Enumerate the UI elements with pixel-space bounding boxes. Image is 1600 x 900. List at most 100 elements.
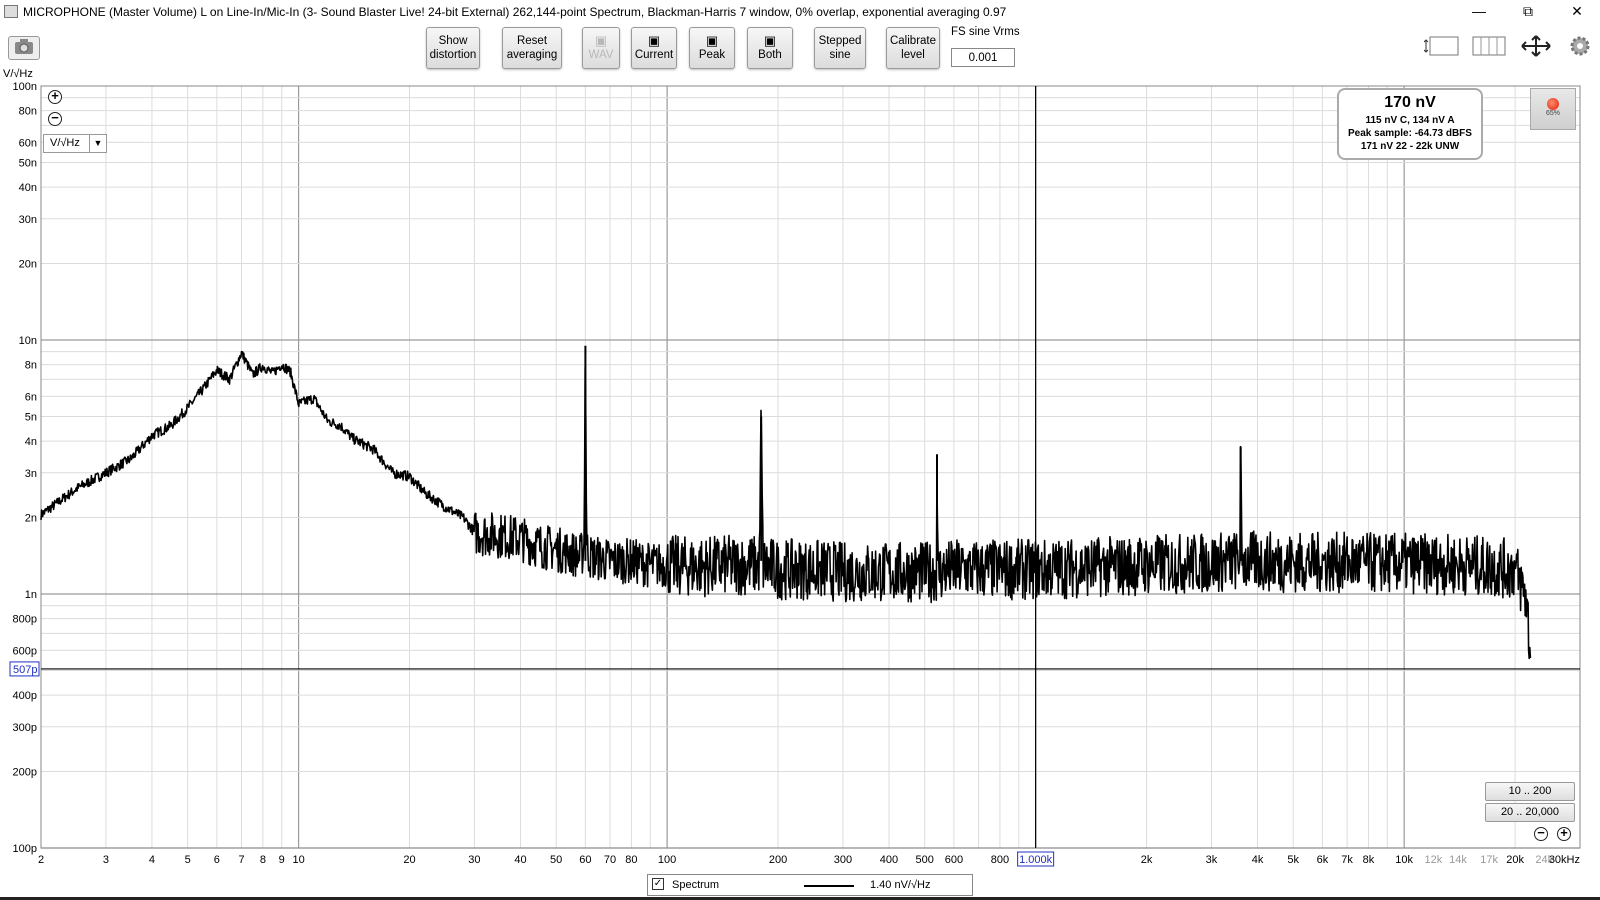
record-level-button[interactable]: 65% <box>1530 88 1576 130</box>
x-tick-label: 5 <box>185 854 191 866</box>
close-button[interactable]: ✕ <box>1554 0 1600 24</box>
spectrum-peak-lines <box>584 345 1242 561</box>
restore-button[interactable]: ⧉ <box>1505 0 1551 24</box>
x-tick-label: 7 <box>238 854 244 866</box>
x-tick-label: 4 <box>149 854 155 866</box>
zoom-in-y-icon[interactable]: + <box>48 89 62 104</box>
y-tick-label: 800p <box>13 614 37 626</box>
toolbar <box>0 24 1600 72</box>
range-10-200-button[interactable]: 10 .. 200 <box>1485 782 1575 801</box>
x-tick-label: 9 <box>279 854 285 866</box>
x-tick-label: 70 <box>604 854 616 866</box>
spectrum-checkbox[interactable]: ✓ <box>652 878 664 890</box>
x-tick-label: 2k <box>1141 854 1153 866</box>
chevron-down-icon[interactable]: ▼ <box>89 135 106 152</box>
save-disk-icon: ▣ <box>763 33 777 48</box>
x-tick-label: 500 <box>916 854 934 866</box>
save-peak-button[interactable]: ▣ Peak <box>689 27 735 69</box>
gear-icon[interactable] <box>1567 34 1593 60</box>
x-tick-label: 30 <box>468 854 480 866</box>
x-tick-label: 4k <box>1252 854 1264 866</box>
fs-sine-input[interactable]: 0.001 <box>951 48 1015 67</box>
y-tick-label: 3n <box>25 468 37 480</box>
legend-series-value: 1.40 nV/√Hz <box>870 879 931 891</box>
level-readout: 170 nV 115 nV C, 134 nV A Peak sample: -… <box>1337 88 1483 160</box>
y-tick-label: 100p <box>13 843 37 855</box>
y-tick-label: 80n <box>19 106 37 118</box>
x-tick-label: 17k <box>1480 854 1498 866</box>
x-tick-label: 50 <box>550 854 562 866</box>
legend-series-name: Spectrum <box>672 879 720 891</box>
x-tick-label: 200 <box>769 854 787 866</box>
x-tick-label: 60 <box>579 854 591 866</box>
columns-icon[interactable] <box>1471 34 1507 58</box>
y-tick-label: 5n <box>25 411 37 423</box>
fs-sine-label: FS sine Vrms <box>951 26 1020 38</box>
x-tick-label: 6k <box>1317 854 1329 866</box>
show-distortion-button[interactable]: Show distortion <box>426 27 480 69</box>
y-tick-label: 20n <box>19 259 37 271</box>
plot-frame <box>40 85 1581 849</box>
y-tick-label: 6n <box>25 391 37 403</box>
y-tick-label: 8n <box>25 360 37 372</box>
app-icon <box>4 5 18 18</box>
reset-averaging-button[interactable]: Reset averaging <box>502 27 562 69</box>
y-tick-label: 600p <box>13 645 37 657</box>
x-tick-label: 800 <box>991 854 1009 866</box>
y-tick-label: 60n <box>19 137 37 149</box>
y-tick-label: 2n <box>25 513 37 525</box>
fit-arrows-icon[interactable] <box>1518 34 1554 58</box>
calibrate-level-button[interactable]: Calibrate level <box>886 27 940 69</box>
x-tick-label: 10 <box>292 854 304 866</box>
x-tick-label: 8k <box>1363 854 1375 866</box>
y-tick-label: 300p <box>13 722 37 734</box>
zoom-in-x-icon[interactable]: + <box>1557 826 1571 841</box>
y-tick-label: 40n <box>19 182 37 194</box>
x-tick-label: 14k <box>1449 854 1467 866</box>
cursor-y-label: 507p <box>13 664 37 676</box>
x-tick-label: 3 <box>103 854 109 866</box>
save-disk-icon: ▣ <box>647 33 661 48</box>
legend-line-swatch <box>804 885 854 887</box>
save-wav-button[interactable]: ▣ WAV <box>582 27 620 69</box>
save-both-button[interactable]: ▣ Both <box>747 27 793 69</box>
minimize-button[interactable]: — <box>1456 0 1502 24</box>
x-tick-label: 600 <box>945 854 963 866</box>
x-tick-label: 8 <box>260 854 266 866</box>
x-tick-label: 10k <box>1395 854 1413 866</box>
x-tick-label: 400 <box>880 854 898 866</box>
units-select[interactable]: V/√Hz ▼ <box>43 134 107 153</box>
y-tick-label: 10n <box>19 335 37 347</box>
x-tick-label: 3k <box>1206 854 1218 866</box>
save-disk-icon: ▣ <box>594 33 608 48</box>
graph-layout-icon[interactable] <box>1423 34 1460 58</box>
range-20-20000-button[interactable]: 20 .. 20,000 <box>1485 803 1575 822</box>
x-tick-label: 5k <box>1287 854 1299 866</box>
y-tick-label: 30n <box>19 214 37 226</box>
stepped-sine-button[interactable]: Stepped sine <box>814 27 866 69</box>
x-tick-label: 100 <box>658 854 676 866</box>
y-tick-label: 200p <box>13 767 37 779</box>
x-tick-label: 300 <box>834 854 852 866</box>
y-tick-label: 4n <box>25 436 37 448</box>
save-current-button[interactable]: ▣ Current <box>631 27 677 69</box>
window-title: MICROPHONE (Master Volume) L on Line-In/… <box>23 5 1007 19</box>
zoom-out-x-icon[interactable]: − <box>1534 826 1548 841</box>
x-tick-label: 20 <box>403 854 415 866</box>
x-tick-label: 40 <box>514 854 526 866</box>
spectrum-series-line <box>40 350 1532 660</box>
x-tick-label: 7k <box>1341 854 1353 866</box>
x-tick-label: 80 <box>625 854 637 866</box>
x-tick-label: 20k <box>1506 854 1524 866</box>
y-tick-label: 50n <box>19 157 37 169</box>
cursor-x-label: 1.000k <box>1019 854 1053 866</box>
save-disk-icon: ▣ <box>705 33 719 48</box>
camera-icon[interactable] <box>8 36 40 60</box>
y-tick-label: 1n <box>25 589 37 601</box>
record-indicator-icon <box>1547 98 1559 110</box>
legend: ✓ Spectrum 1.40 nV/√Hz <box>647 874 973 896</box>
x-tick-label: 30kHz <box>1549 854 1580 866</box>
spectrum-plot[interactable]: 100n 80n 60n 50n 40n 30n 20n 10n 8n 6n 5n 4n 3n 2n 1n 8… <box>0 72 1600 882</box>
zoom-out-y-icon[interactable]: − <box>48 111 62 126</box>
x-tick-label: 12k <box>1424 854 1442 866</box>
